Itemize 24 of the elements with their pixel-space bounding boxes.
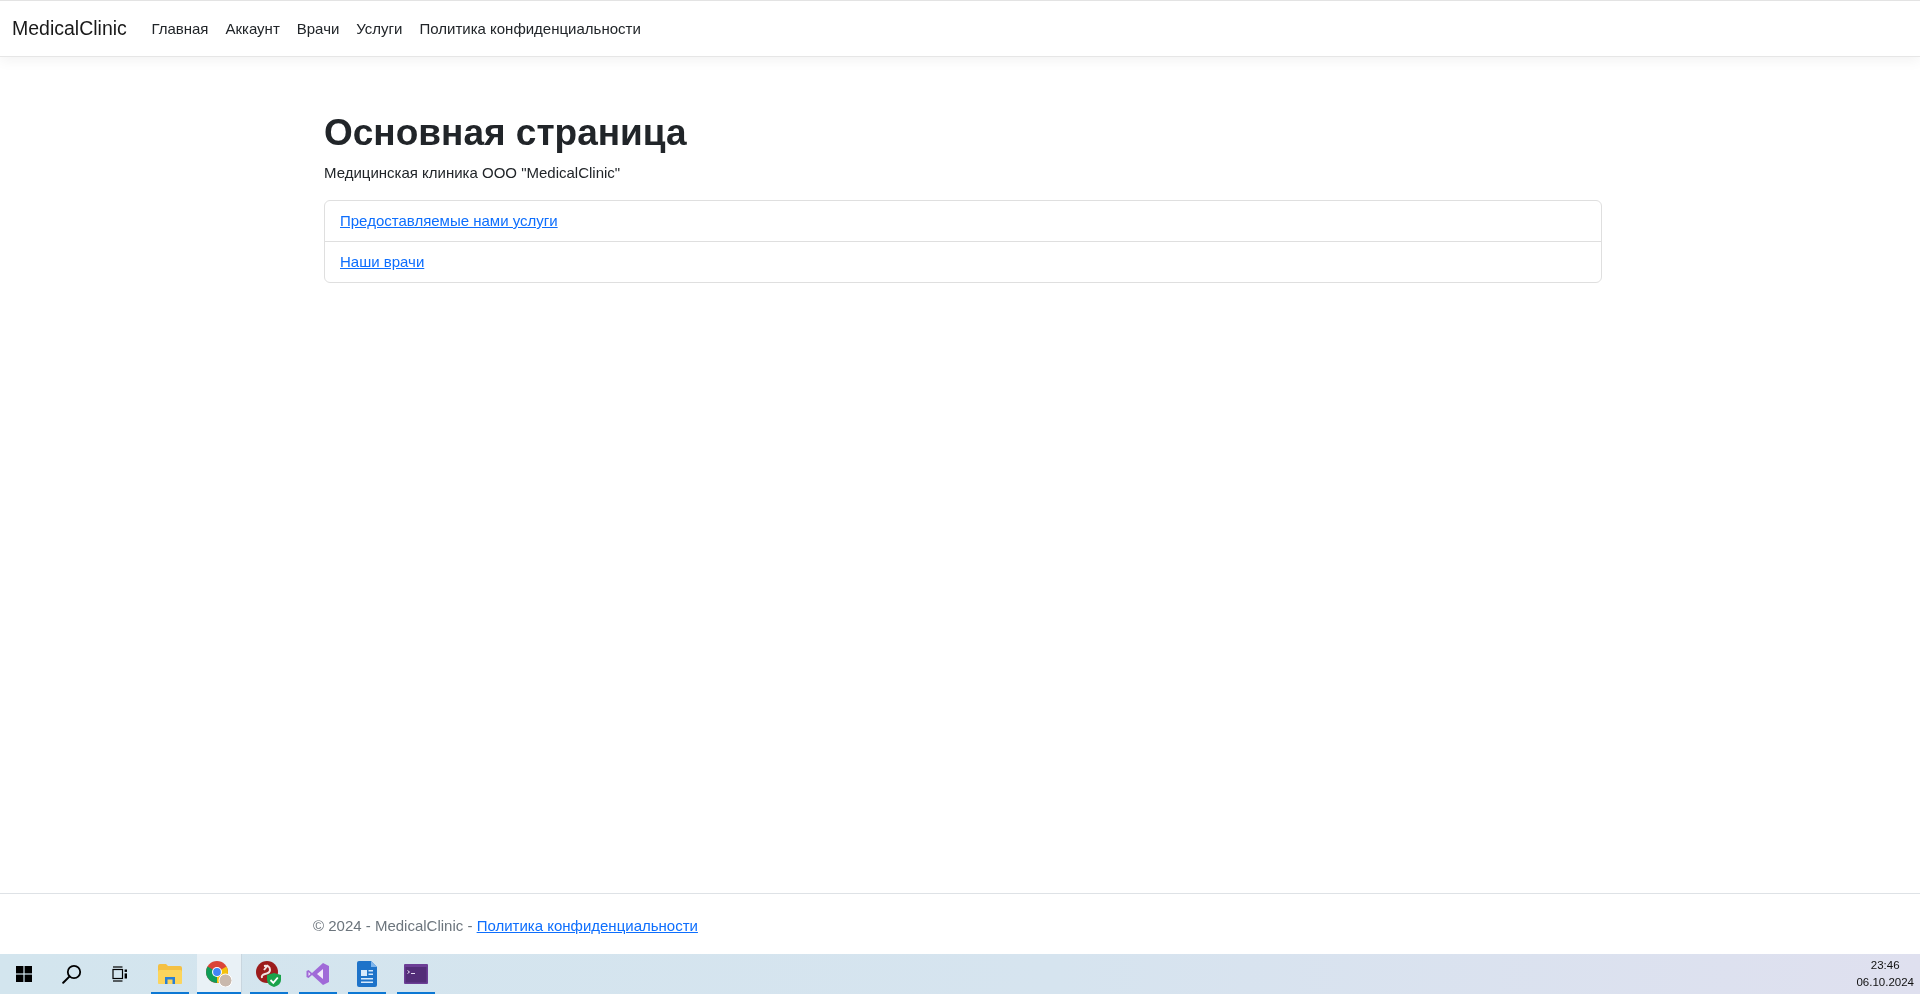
nav-link[interactable]: Главная <box>142 12 217 45</box>
document-icon <box>357 961 377 987</box>
privacy-link[interactable]: Политика конфиденциальности <box>476 917 698 934</box>
list-link[interactable]: Наши врачи <box>340 253 425 270</box>
list-link[interactable]: Предоставляемые нами услуги <box>340 212 558 229</box>
copyright-text: © 2024 - MedicalClinic - Политика конфиденциальности <box>313 916 698 936</box>
nav-link[interactable]: Врачи <box>288 12 348 45</box>
terminal-icon <box>404 964 428 984</box>
page-title: Основная страница <box>324 111 688 155</box>
browser-logo-icon <box>206 961 232 987</box>
folder-icon <box>158 964 182 984</box>
shield-check-icon <box>256 961 282 987</box>
nav-link[interactable]: Услуги <box>347 12 411 45</box>
clock-time: 23:46 <box>1870 958 1900 973</box>
clock-date: 06.10.2024 <box>1856 975 1914 990</box>
task-view-icon <box>112 966 128 982</box>
taskbar-button[interactable] <box>197 954 242 994</box>
brand-link[interactable]: MedicalClinic <box>12 17 127 40</box>
nav-link[interactable]: Политика конфиденциальности <box>410 12 650 45</box>
search-icon <box>62 964 82 984</box>
clinic-description: Медицинская клиника ООО "MedicalClinic" <box>324 163 622 183</box>
four-panes-icon <box>16 966 32 982</box>
nav-link[interactable]: Аккаунт <box>216 12 289 45</box>
ribbon-logo-icon <box>306 962 330 986</box>
